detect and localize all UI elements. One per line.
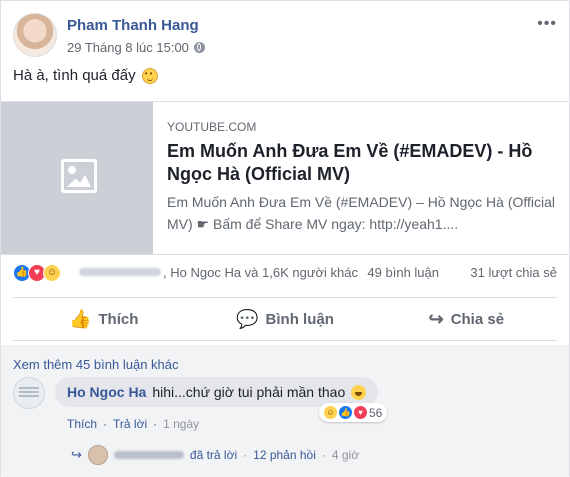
image-placeholder-icon [61, 159, 97, 193]
separator-dot: · [243, 448, 248, 462]
comments-section: Xem thêm 45 bình luận khác Ho Ngoc Ha hi… [1, 345, 569, 477]
comment-bubble-icon: 💬 [236, 309, 259, 329]
reply-time: 4 giờ [331, 448, 360, 462]
separator-dot: · [153, 417, 158, 431]
comment-button-label: Bình luận [265, 310, 334, 328]
comment-time[interactable]: 1 ngày [163, 417, 199, 431]
thumbs-up-icon: 👍 [68, 309, 92, 329]
like-reaction-icon: 👍 [339, 406, 352, 419]
link-domain: YOUTUBE.COM [167, 120, 257, 134]
haha-reaction-icon: ☺ [43, 264, 61, 282]
reply-count[interactable]: 12 phản hồi [253, 448, 316, 462]
engagement-stats: 👍 ♥ ☺ , Ho Ngoc Ha và 1,6K người khác 49… [13, 260, 557, 286]
comment-button[interactable]: 💬 Bình luận [194, 298, 375, 340]
link-title[interactable]: Em Muốn Anh Đưa Em Về (#EMADEV) - Hồ Ngọ… [167, 140, 557, 186]
share-button-label: Chia sẻ [450, 310, 505, 328]
share-arrow-icon: ↪ [428, 309, 444, 329]
reactors-text[interactable]: , Ho Ngoc Ha và 1,6K người khác [163, 265, 358, 280]
link-description: Em Muốn Anh Đưa Em Về (#EMADEV) – Hồ Ngọ… [167, 194, 556, 232]
reaction-icons[interactable]: 👍 ♥ ☺ [13, 264, 61, 282]
reply-arrow-icon: ↪ [71, 447, 82, 462]
author-avatar[interactable] [13, 13, 57, 57]
separator-dot: · [103, 417, 108, 431]
comment-text: hihi...chứ giờ tui phải mần thao [152, 384, 346, 400]
like-button-label: Thích [98, 310, 139, 328]
laughing-emoji-icon [351, 384, 367, 400]
share-count[interactable]: 31 lượt chia sẻ [470, 265, 557, 280]
commenter-avatar[interactable] [13, 377, 45, 409]
haha-reaction-icon: ☺ [324, 406, 337, 419]
smile-icon [141, 67, 158, 84]
comment-reaction-count: 56 [369, 405, 383, 420]
globe-icon [193, 42, 205, 53]
post-actions: 👍 Thích 💬 Bình luận ↪ Chia sẻ [13, 297, 557, 341]
replied-text: đã trả lời [189, 448, 238, 462]
author-name[interactable]: Pham Thanh Hang [67, 17, 199, 34]
comment-like-link[interactable]: Thích [67, 417, 97, 431]
view-more-comments-link[interactable]: Xem thêm 45 bình luận khác [13, 357, 179, 372]
comment-action-links: Thích · Trả lời · 1 ngày [67, 417, 199, 431]
blurred-reply-author-name [113, 451, 184, 459]
reply-author-avatar [87, 445, 108, 465]
status-text: Hà à, tình quá đấy [13, 67, 136, 84]
blurred-reactor-name [79, 268, 161, 276]
facebook-post: Pham Thanh Hang 29 Tháng 8 lúc 15:00 •••… [0, 0, 570, 477]
post-header: Pham Thanh Hang 29 Tháng 8 lúc 15:00 ••• [13, 13, 557, 59]
link-text[interactable]: YOUTUBE.COM Em Muốn Anh Đưa Em Về (#EMAD… [167, 120, 557, 235]
replies-summary[interactable]: ↪ đã trả lời · 12 phản hồi · 4 giờ [71, 445, 359, 465]
commenter-name[interactable]: Ho Ngoc Ha [67, 384, 146, 400]
post-status: Hà à, tình quá đấy [13, 67, 158, 84]
separator-dot: · [321, 448, 326, 462]
love-reaction-icon: ♥ [354, 406, 367, 419]
share-button[interactable]: ↪ Chia sẻ [376, 298, 557, 340]
youtube-link-card[interactable]: YOUTUBE.COM Em Muốn Anh Đưa Em Về (#EMAD… [1, 101, 569, 255]
comment-reply-link[interactable]: Trả lời [113, 417, 147, 431]
like-button[interactable]: 👍 Thích [13, 298, 194, 340]
link-thumbnail[interactable] [1, 102, 153, 254]
post-timestamp[interactable]: 29 Tháng 8 lúc 15:00 [67, 40, 189, 55]
comment-reactions[interactable]: ☺ 👍 ♥ 56 [319, 403, 388, 422]
post-meta: 29 Tháng 8 lúc 15:00 [67, 40, 205, 55]
more-icon[interactable]: ••• [537, 15, 557, 33]
comment-count[interactable]: 49 bình luận [367, 265, 439, 280]
